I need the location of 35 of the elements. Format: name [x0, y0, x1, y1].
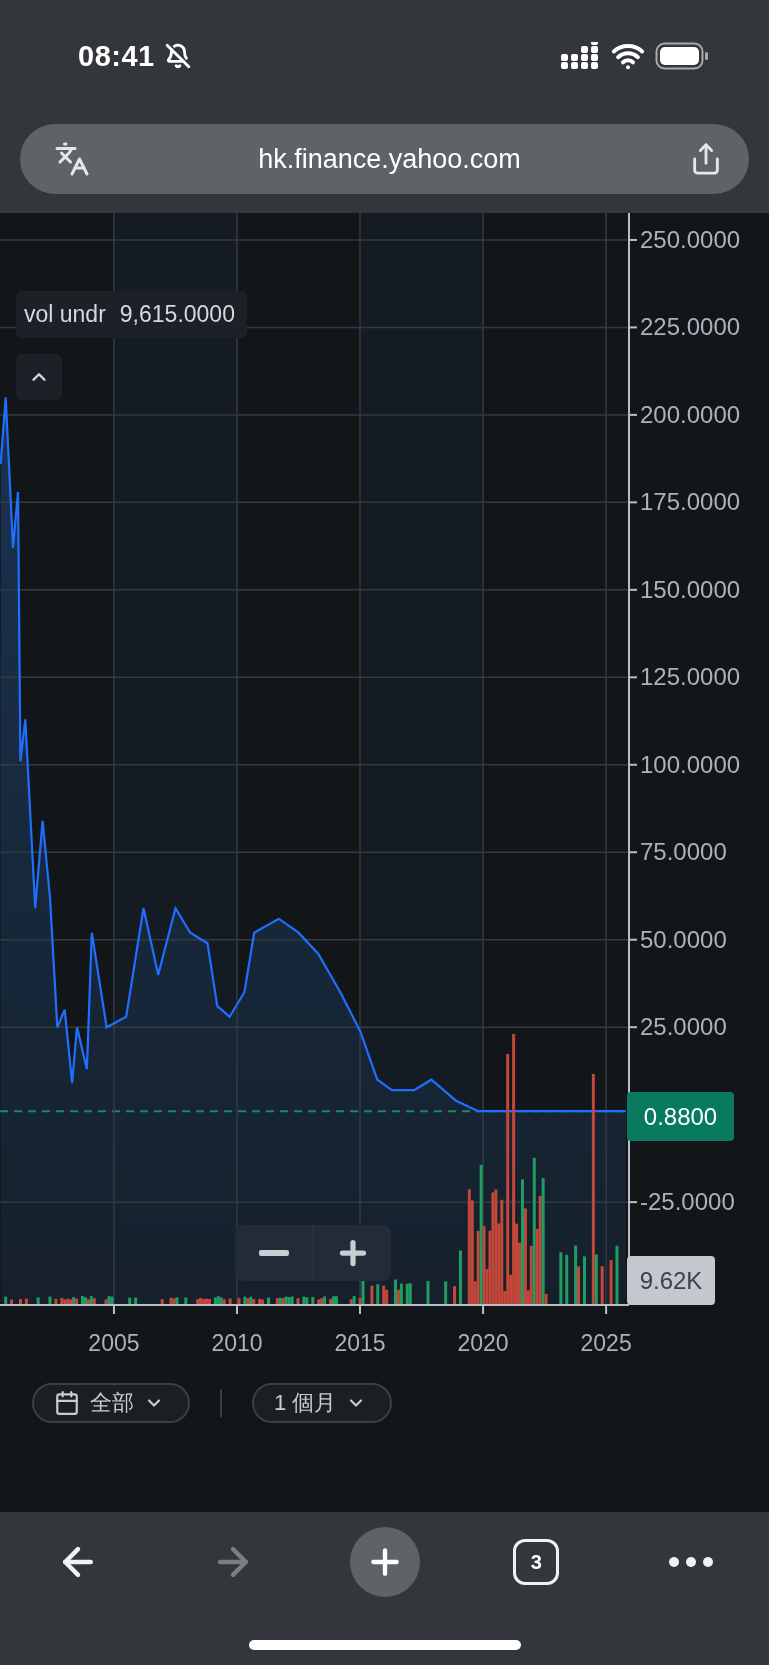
calendar-icon — [54, 1390, 80, 1416]
legend-label: vol undr — [24, 301, 106, 328]
y-axis-label: 250.0000 — [640, 225, 741, 253]
y-axis-label: -25.0000 — [640, 1188, 735, 1216]
volume-tag: 9.62K — [627, 1256, 715, 1305]
y-axis-label: 75.0000 — [640, 838, 727, 866]
y-axis-label: 225.0000 — [640, 313, 741, 341]
x-axis-label: 2005 — [88, 1330, 140, 1356]
battery-icon — [655, 42, 709, 70]
y-axis-label: 150.0000 — [640, 575, 741, 603]
zoom-in-button[interactable] — [313, 1225, 391, 1281]
zoom-out-button[interactable] — [235, 1225, 313, 1281]
y-axis-label: 50.0000 — [640, 925, 727, 953]
interval-dropdown[interactable]: 1 個月 — [252, 1383, 393, 1423]
status-time: 08:41 — [78, 39, 155, 73]
x-axis-label: 2025 — [580, 1330, 632, 1356]
y-axis-label: 125.0000 — [640, 663, 741, 691]
last-price-tag: 0.8800 — [627, 1092, 734, 1141]
more-icon — [668, 1556, 714, 1568]
y-axis-label: 25.0000 — [640, 1013, 727, 1041]
x-axis-label: 2015 — [334, 1330, 386, 1356]
url-text: hk.finance.yahoo.com — [258, 143, 521, 175]
x-axis-label: 2010 — [211, 1330, 263, 1356]
collapse-button[interactable] — [16, 354, 62, 400]
y-axis-label: 100.0000 — [640, 750, 741, 778]
x-axis-label: 2020 — [457, 1330, 509, 1356]
range-dropdown[interactable]: 全部 — [32, 1383, 190, 1423]
tab-count-button[interactable]: 3 — [513, 1539, 560, 1585]
translate-icon — [54, 141, 90, 177]
legend-value: 9,615.0000 — [119, 301, 235, 328]
signal-icon — [561, 42, 601, 70]
address-bar[interactable]: hk.finance.yahoo.com — [20, 124, 749, 194]
minus-icon — [259, 1250, 289, 1256]
y-axis-label: 175.0000 — [640, 488, 741, 516]
y-axis-label: 200.0000 — [640, 400, 741, 428]
